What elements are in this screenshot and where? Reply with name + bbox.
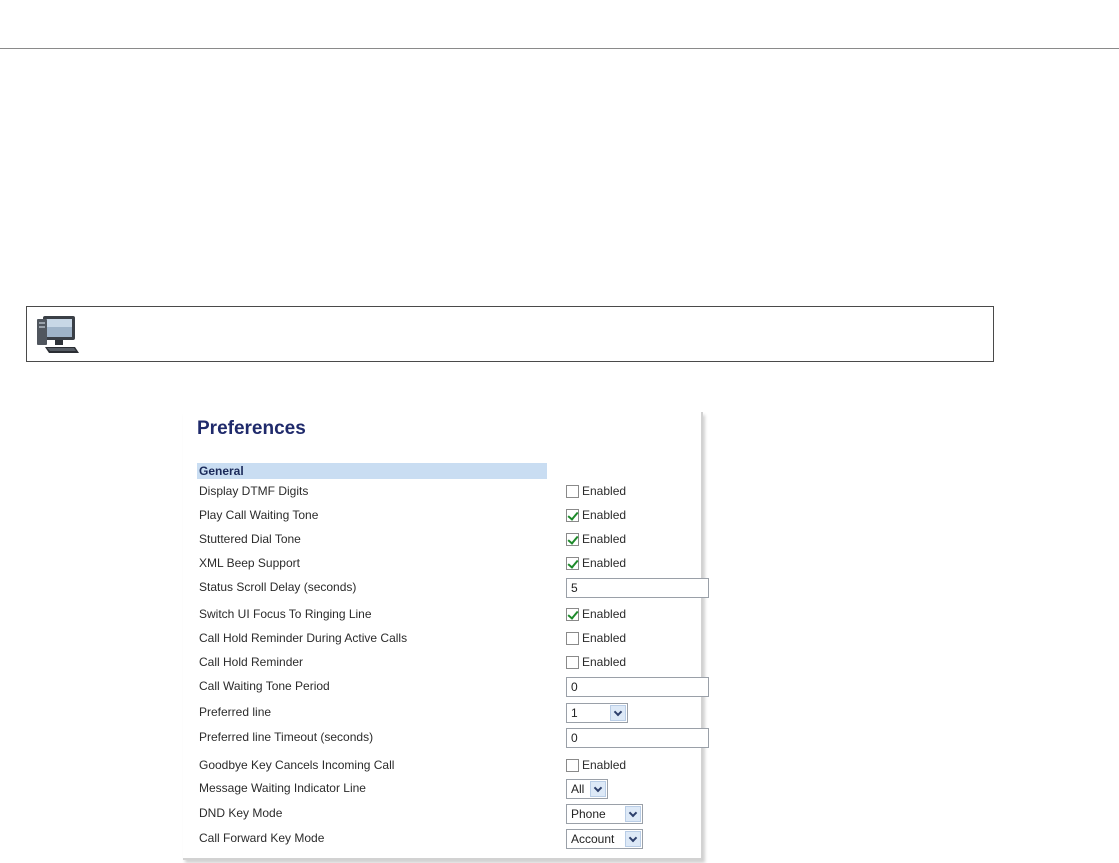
setting-label: Status Scroll Delay (seconds) (199, 580, 357, 594)
call-hold-reminder-checkbox[interactable]: Enabled (566, 655, 626, 669)
checkbox-label: Enabled (582, 758, 627, 772)
computer-icon (37, 316, 79, 353)
chevron-down-icon[interactable] (610, 705, 626, 721)
setting-label: XML Beep Support (199, 556, 300, 570)
checkbox-label: Enabled (582, 631, 627, 645)
preferred-line-timeout-input[interactable]: 0 (566, 728, 709, 748)
setting-row-stuttered-dial-tone: Stuttered Dial Tone Enabled (197, 530, 697, 554)
setting-row-call-waiting-tone-period: Call Waiting Tone Period 0 (197, 677, 709, 701)
chevron-down-icon[interactable] (590, 781, 606, 797)
setting-row-play-call-waiting-tone: Play Call Waiting Tone Enabled (197, 506, 697, 530)
setting-label: Call Hold Reminder (199, 655, 304, 669)
checkbox-box[interactable] (566, 607, 579, 621)
checkbox-label: Enabled (582, 532, 627, 546)
checkbox-box[interactable] (566, 631, 579, 645)
setting-label: DND Key Mode (199, 806, 283, 820)
checkbox-box[interactable] (566, 508, 579, 522)
chevron-down-icon[interactable] (625, 806, 641, 822)
section-header-general: General (197, 463, 547, 479)
dnd-key-mode-select[interactable]: Phone (566, 804, 643, 824)
preferred-line-select[interactable]: 1 (566, 703, 628, 723)
select-value: Phone (571, 807, 606, 821)
call-forward-key-mode-select[interactable]: Account (566, 829, 643, 849)
top-divider (0, 48, 1119, 49)
call-waiting-tone-period-input[interactable]: 0 (566, 677, 709, 697)
checkbox-label: Enabled (582, 484, 627, 498)
setting-label: Display DTMF Digits (199, 484, 309, 498)
checkbox-box[interactable] (566, 655, 579, 669)
setting-label: Switch UI Focus To Ringing Line (199, 607, 372, 621)
checkbox-box[interactable] (566, 484, 579, 498)
setting-row-preferred-line: Preferred line 1 (197, 703, 697, 727)
setting-label: Call Waiting Tone Period (199, 679, 330, 693)
goodbye-key-checkbox[interactable]: Enabled (566, 758, 626, 772)
checkbox-label: Enabled (582, 556, 627, 570)
stuttered-dial-tone-checkbox[interactable]: Enabled (566, 532, 626, 546)
setting-label: Preferred line Timeout (seconds) (199, 730, 374, 744)
setting-label: Goodbye Key Cancels Incoming Call (199, 758, 395, 772)
select-value: Account (571, 832, 615, 846)
setting-row-status-scroll-delay: Status Scroll Delay (seconds) 5 (197, 578, 709, 602)
setting-label: Call Hold Reminder During Active Calls (199, 631, 408, 645)
setting-row-call-hold-reminder-active: Call Hold Reminder During Active Calls E… (197, 629, 697, 653)
setting-label: Stuttered Dial Tone (199, 532, 301, 546)
web-ui-note-box (26, 306, 994, 362)
checkbox-label: Enabled (582, 655, 627, 669)
setting-row-dnd-key-mode: DND Key Mode Phone (197, 804, 697, 828)
setting-row-call-forward-key-mode: Call Forward Key Mode Account (197, 829, 697, 853)
checkbox-label: Enabled (582, 607, 627, 621)
checkbox-box[interactable] (566, 758, 579, 772)
setting-row-mwi-line: Message Waiting Indicator Line All (197, 779, 697, 803)
display-dtmf-digits-checkbox[interactable]: Enabled (566, 484, 626, 498)
page-title: Preferences (197, 418, 306, 439)
xml-beep-support-checkbox[interactable]: Enabled (566, 556, 626, 570)
setting-row-xml-beep-support: XML Beep Support Enabled (197, 554, 697, 578)
status-scroll-delay-input[interactable]: 5 (566, 578, 709, 598)
setting-row-call-hold-reminder: Call Hold Reminder Enabled (197, 653, 697, 677)
select-value: All (571, 782, 585, 796)
call-hold-reminder-active-checkbox[interactable]: Enabled (566, 631, 626, 645)
switch-ui-focus-checkbox[interactable]: Enabled (566, 607, 626, 621)
play-call-waiting-tone-checkbox[interactable]: Enabled (566, 508, 626, 522)
preferences-panel: Preferences General Display DTMF Digits … (183, 412, 709, 860)
setting-label: Preferred line (199, 705, 272, 719)
setting-row-switch-ui-focus: Switch UI Focus To Ringing Line Enabled (197, 605, 697, 629)
checkbox-label: Enabled (582, 508, 627, 522)
setting-row-display-dtmf-digits: Display DTMF Digits Enabled (197, 482, 697, 506)
setting-label: Call Forward Key Mode (199, 831, 325, 845)
checkbox-box[interactable] (566, 532, 579, 546)
setting-label: Play Call Waiting Tone (199, 508, 319, 522)
mwi-line-select[interactable]: All (566, 779, 608, 799)
setting-row-preferred-line-timeout: Preferred line Timeout (seconds) 0 (197, 728, 709, 752)
setting-row-goodbye-key: Goodbye Key Cancels Incoming Call Enable… (197, 756, 697, 780)
checkbox-box[interactable] (566, 556, 579, 570)
setting-label: Message Waiting Indicator Line (199, 781, 366, 795)
chevron-down-icon[interactable] (625, 831, 641, 847)
select-value: 1 (571, 706, 578, 720)
